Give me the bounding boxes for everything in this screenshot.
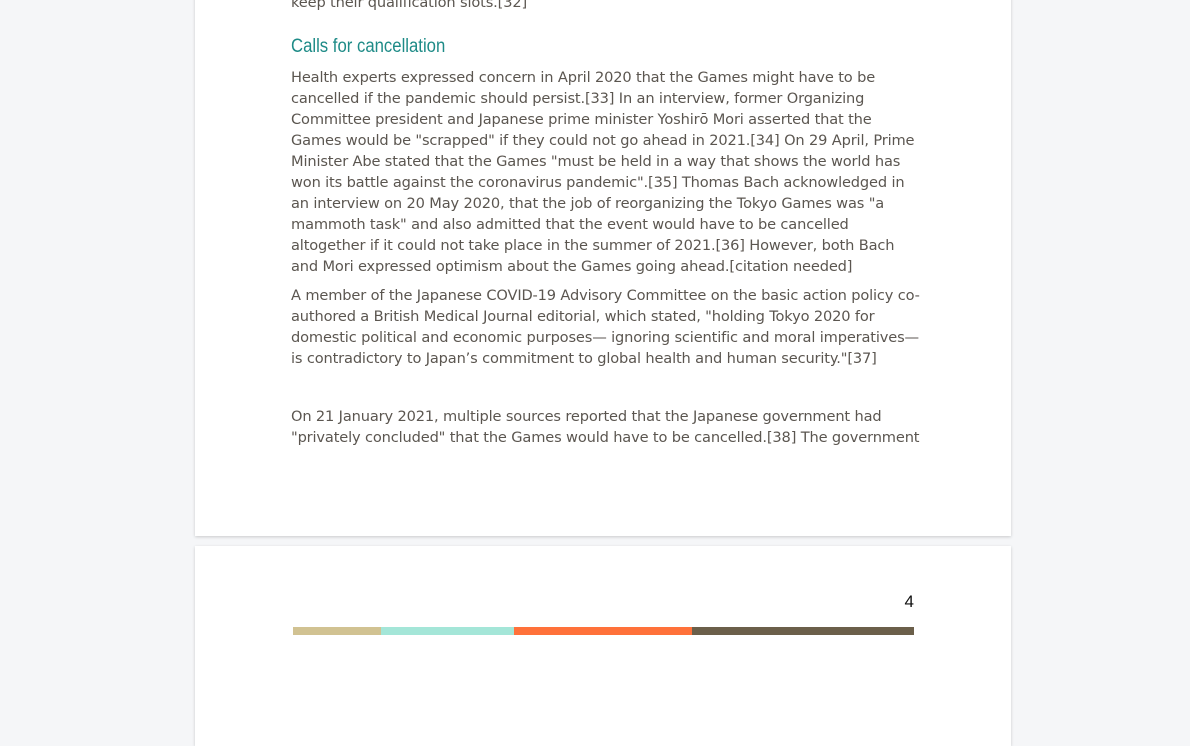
previous-paragraph-tail: keep their qualification slots.[32] — [291, 0, 528, 11]
document-page: keep their qualification slots.[32] Call… — [195, 0, 1011, 536]
section-heading: Calls for cancellation — [291, 36, 446, 57]
paragraph: On 21 January 2021, multiple sources rep… — [291, 408, 920, 446]
bar-segment — [293, 627, 381, 635]
bar-segment — [692, 627, 914, 635]
bar-segment — [514, 627, 692, 635]
page-number: 4 — [904, 592, 914, 611]
paragraph: Health experts expressed concern in Apri… — [291, 69, 915, 275]
decorative-color-bar — [293, 627, 914, 635]
document-page: 4 — [195, 546, 1011, 746]
paragraph: A member of the Japanese COVID-19 Adviso… — [291, 287, 920, 367]
bar-segment — [381, 627, 514, 635]
